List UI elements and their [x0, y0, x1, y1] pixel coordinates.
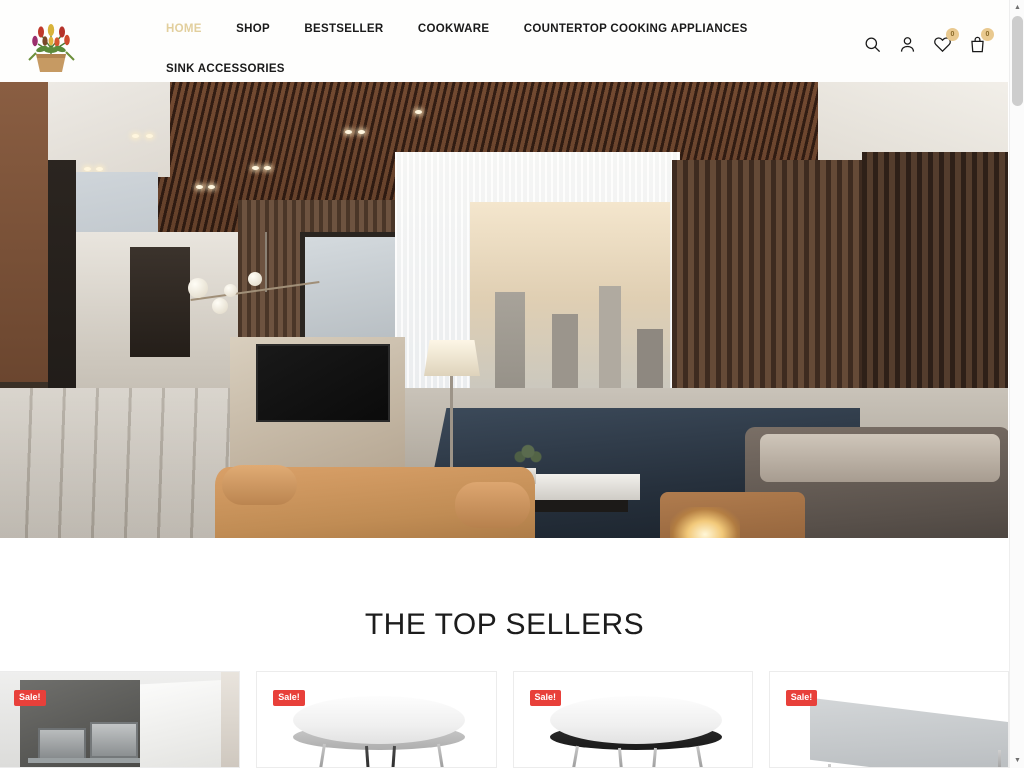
hero-image [0, 82, 1008, 538]
sale-badge: Sale! [14, 690, 46, 706]
user-icon[interactable] [898, 34, 917, 55]
main-navigation: HOME SHOP BESTSELLER COOKWARE COUNTERTOP… [166, 0, 866, 82]
page-scrollbar[interactable]: ▲ ▼ [1009, 0, 1024, 768]
page-root: HOME SHOP BESTSELLER COOKWARE COUNTERTOP… [0, 0, 1024, 768]
cart-count-badge: 0 [981, 28, 994, 41]
site-header: HOME SHOP BESTSELLER COOKWARE COUNTERTOP… [0, 0, 1009, 82]
top-sellers-product-grid: Sale! Sale! Sale! Sale! [0, 671, 1009, 768]
product-image [0, 672, 240, 767]
scrollbar-up-arrow[interactable]: ▲ [1010, 0, 1024, 15]
nav-item-home[interactable]: HOME [166, 23, 202, 36]
product-card[interactable]: Sale! [512, 671, 753, 768]
sale-badge: Sale! [785, 690, 818, 706]
header-icon-group: 0 0 [863, 28, 994, 55]
nav-item-bestseller[interactable]: BESTSELLER [304, 23, 383, 36]
wishlist-count-badge: 0 [946, 28, 959, 41]
sale-badge: Sale! [273, 690, 305, 706]
nav-row-primary: HOME SHOP BESTSELLER COOKWARE COUNTERTOP… [166, 19, 778, 37]
product-card[interactable]: Sale! [256, 671, 497, 768]
site-logo[interactable] [22, 8, 80, 76]
nav-row-secondary: SINK ACCESSORIES [166, 59, 315, 77]
search-icon[interactable] [863, 34, 882, 55]
scrollbar-down-arrow[interactable]: ▼ [1010, 753, 1024, 768]
product-card[interactable]: Sale! [768, 671, 1009, 768]
product-image [769, 672, 1008, 767]
product-card[interactable]: Sale! [0, 671, 241, 768]
cart-icon[interactable]: 0 [968, 28, 994, 55]
hero-banner[interactable] [0, 82, 1008, 538]
nav-item-countertop-cooking-appliances[interactable]: COUNTERTOP COOKING APPLIANCES [524, 23, 748, 36]
nav-item-sink-accessories[interactable]: SINK ACCESSORIES [166, 63, 285, 76]
nav-item-shop[interactable]: SHOP [236, 23, 270, 36]
flower-basket-icon [28, 24, 75, 72]
product-image [257, 672, 496, 767]
scrollbar-thumb[interactable] [1012, 16, 1023, 106]
nav-item-cookware[interactable]: COOKWARE [418, 23, 489, 36]
wishlist-icon[interactable]: 0 [933, 28, 959, 55]
sale-badge: Sale! [529, 690, 562, 706]
product-image [513, 672, 752, 767]
top-sellers-heading: THE TOP SELLERS [364, 608, 645, 641]
